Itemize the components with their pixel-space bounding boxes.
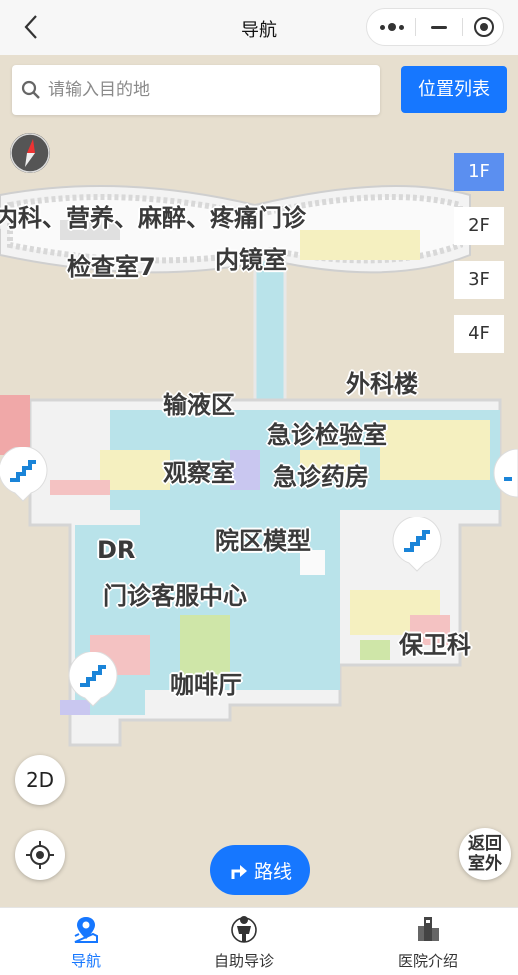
- map-label-security[interactable]: 保卫科: [399, 625, 471, 660]
- view-mode-2d-button[interactable]: 2D: [15, 755, 65, 805]
- tab-label: 自助导诊: [213, 952, 274, 970]
- search-icon: [21, 80, 40, 99]
- route-button[interactable]: 路线: [210, 845, 310, 895]
- tab-navigation[interactable]: 导航: [0, 908, 172, 975]
- tab-hospital-intro[interactable]: 医院介绍: [342, 908, 514, 975]
- map-label-service-center[interactable]: 门诊客服中心: [103, 576, 247, 611]
- floor-button-3f[interactable]: 3F: [454, 261, 504, 299]
- minimize-button[interactable]: [416, 9, 462, 45]
- compass-icon[interactable]: [10, 133, 50, 173]
- floor-button-2f[interactable]: 2F: [454, 207, 504, 245]
- stairs-marker-icon[interactable]: [392, 517, 442, 573]
- map-label-infusion-area[interactable]: 输液区: [163, 385, 235, 420]
- location-list-button[interactable]: 位置列表: [401, 66, 507, 113]
- floor-selector: 1F 2F 3F 4F: [454, 153, 504, 369]
- outdoor-label-line1: 返回: [468, 834, 502, 854]
- turn-arrow-icon: [231, 865, 247, 879]
- map-label-observation-room[interactable]: 观察室: [163, 453, 235, 488]
- building-icon: [418, 917, 439, 941]
- navigation-bar: 导航: [0, 0, 518, 55]
- person-icon: [231, 916, 257, 943]
- destination-search-input[interactable]: [48, 80, 368, 100]
- return-outdoor-button[interactable]: 返回 室外: [459, 828, 511, 880]
- tab-self-triage[interactable]: 自助导诊: [158, 908, 330, 975]
- map-label-endoscopy[interactable]: 内镜室: [215, 240, 287, 275]
- more-dots-icon: [380, 23, 404, 31]
- tab-label: 导航: [70, 952, 101, 970]
- map-label-surgery-building[interactable]: 外科楼: [346, 364, 418, 399]
- map-label-exam-room-7[interactable]: 检查室7: [67, 247, 156, 282]
- floor-button-4f[interactable]: 4F: [454, 315, 504, 353]
- floor-button-1f[interactable]: 1F: [454, 153, 504, 191]
- map-label-campus-model[interactable]: 院区模型: [215, 521, 311, 556]
- map-pin-icon: [74, 917, 98, 943]
- search-box[interactable]: [12, 65, 380, 115]
- minus-icon: [431, 25, 447, 29]
- more-button[interactable]: [369, 9, 415, 45]
- stairs-marker-icon[interactable]: [492, 449, 518, 505]
- tab-label: 医院介绍: [397, 952, 458, 970]
- bottom-tab-bar: 导航 自助导诊 医院介绍: [0, 907, 518, 975]
- locate-button[interactable]: [15, 830, 65, 880]
- route-label: 路线: [253, 860, 292, 883]
- mini-program-capsule: [366, 8, 504, 46]
- indoor-map[interactable]: 位置列表 1F 2F 3F 4F 内科、营养、麻醉、疼痛门诊 检查室7 内镜室 …: [0, 55, 518, 907]
- target-circle-icon: [474, 17, 494, 37]
- map-floorplan: [0, 185, 502, 747]
- map-label-departments[interactable]: 内科、营养、麻醉、疼痛门诊: [0, 198, 306, 233]
- stairs-marker-icon[interactable]: [0, 447, 48, 503]
- stairs-marker-icon[interactable]: [68, 652, 118, 708]
- outdoor-label-line2: 室外: [468, 854, 502, 874]
- locate-crosshair-icon: [26, 841, 54, 869]
- map-label-cafe[interactable]: 咖啡厅: [170, 665, 242, 700]
- map-label-dr[interactable]: DR: [97, 536, 135, 564]
- map-label-er-lab[interactable]: 急诊检验室: [267, 415, 387, 450]
- close-button[interactable]: [461, 9, 507, 45]
- map-label-er-pharmacy[interactable]: 急诊药房: [273, 457, 369, 492]
